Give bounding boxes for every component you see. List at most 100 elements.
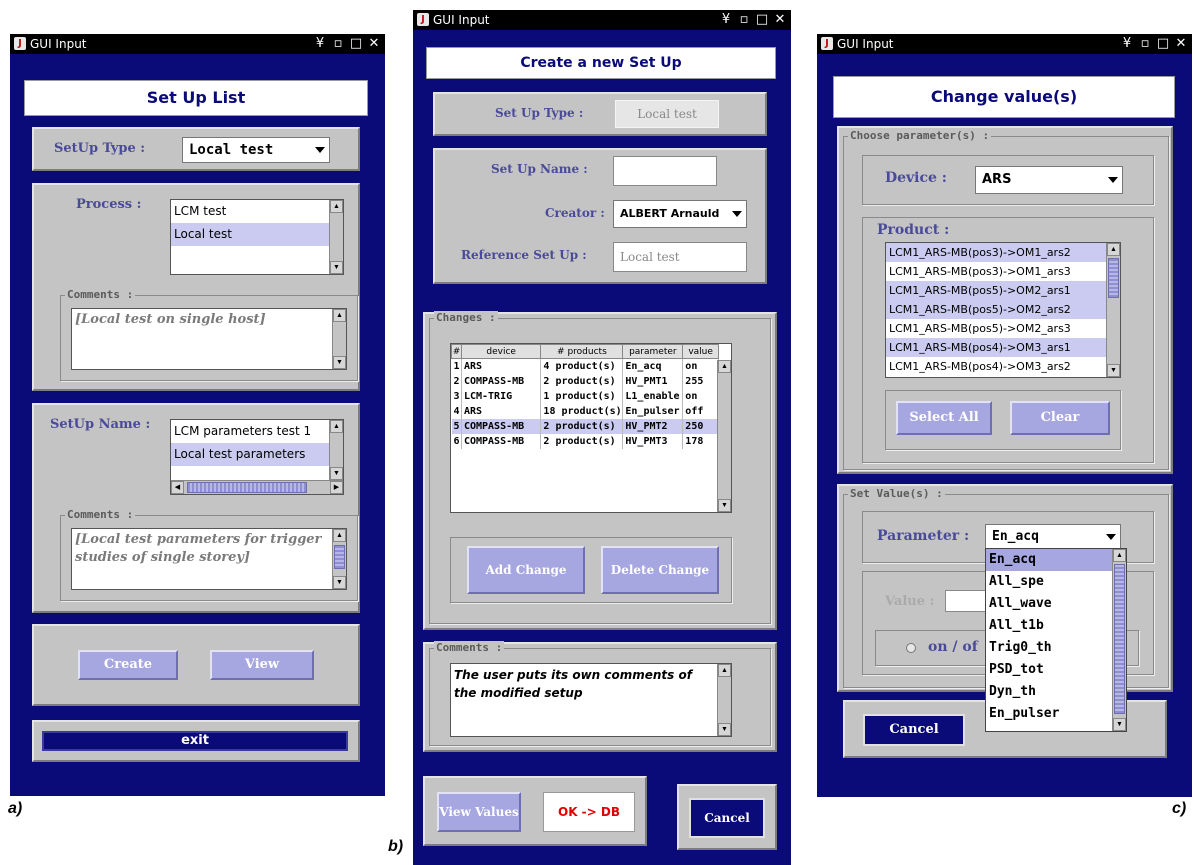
scroll-up-icon[interactable]: ▲ bbox=[718, 360, 731, 373]
minimize-icon[interactable]: ▫ bbox=[1137, 36, 1153, 52]
dropdown-option[interactable]: En_pulser bbox=[986, 703, 1126, 725]
table-row[interactable]: 6 COMPASS-MB 2 product(s) HV_PMT3 178 bbox=[451, 433, 719, 449]
scroll-down-icon[interactable]: ▼ bbox=[330, 261, 343, 274]
process-comments-box[interactable]: [Local test on single host] ▲ ▼ bbox=[71, 308, 347, 370]
pin-icon[interactable]: ¥ bbox=[312, 36, 328, 52]
minimize-icon[interactable]: ▫ bbox=[330, 36, 346, 52]
scroll-up-icon[interactable]: ▲ bbox=[1107, 243, 1120, 256]
view-button[interactable]: View bbox=[210, 650, 314, 680]
setup-type-select[interactable]: Local test bbox=[182, 137, 330, 163]
scrollbar[interactable]: ▲ ▼ bbox=[717, 360, 731, 512]
scrollbar[interactable]: ▲ ▼ bbox=[332, 309, 346, 369]
reference-setup-field[interactable]: Local test bbox=[613, 242, 747, 272]
dropdown-option[interactable]: All_t1b bbox=[986, 615, 1126, 637]
setup-name-input[interactable] bbox=[613, 156, 717, 186]
close-icon[interactable]: ✕ bbox=[1173, 36, 1189, 52]
scroll-up-icon[interactable]: ▲ bbox=[330, 200, 343, 213]
select-all-button[interactable]: Select All bbox=[896, 401, 992, 435]
cancel-button[interactable]: Cancel bbox=[689, 798, 765, 838]
maximize-icon[interactable]: □ bbox=[1155, 36, 1171, 52]
scrollbar[interactable]: ▲ ▼ bbox=[1112, 549, 1126, 731]
list-item[interactable]: LCM1_ARS-MB(pos5)->OM2_ars3 bbox=[886, 319, 1120, 338]
list-item[interactable]: LCM1_ARS-MB(pos5)->OM2_ars2 bbox=[886, 300, 1120, 319]
minimize-icon[interactable]: ▫ bbox=[736, 12, 752, 28]
column-header[interactable]: # bbox=[451, 344, 462, 359]
list-item[interactable]: Local test bbox=[171, 223, 343, 246]
list-item[interactable]: LCM1_ARS-MB(pos3)->OM1_ars2 bbox=[886, 243, 1120, 262]
scrollbar[interactable]: ▲ ▼ bbox=[717, 664, 731, 736]
exit-button[interactable]: exit bbox=[42, 731, 348, 751]
process-list[interactable]: LCM test Local test ▲ ▼ bbox=[170, 199, 344, 275]
ok-db-button[interactable]: OK -> DB bbox=[543, 792, 635, 832]
scroll-thumb[interactable] bbox=[334, 545, 345, 569]
scrollbar[interactable]: ▲ ▼ bbox=[329, 200, 343, 274]
scroll-down-icon[interactable]: ▼ bbox=[330, 467, 343, 480]
setup-comments-box[interactable]: [Local test parameters for trigger studi… bbox=[71, 528, 347, 590]
scrollbar[interactable]: ▲ ▼ bbox=[332, 529, 346, 589]
table-row[interactable]: 5 COMPASS-MB 2 product(s) HV_PMT2 250 bbox=[451, 418, 719, 434]
scroll-up-icon[interactable]: ▲ bbox=[1113, 549, 1126, 562]
dropdown-option[interactable]: En_acq bbox=[986, 549, 1126, 571]
scroll-down-icon[interactable]: ▼ bbox=[333, 356, 346, 369]
column-header[interactable]: # products bbox=[540, 344, 624, 359]
column-header[interactable]: parameter bbox=[622, 344, 684, 359]
scroll-up-icon[interactable]: ▲ bbox=[333, 309, 346, 322]
column-header[interactable]: value bbox=[682, 344, 719, 359]
scroll-left-icon[interactable]: ◀ bbox=[171, 481, 184, 494]
close-icon[interactable]: ✕ bbox=[772, 12, 788, 28]
create-button[interactable]: Create bbox=[78, 650, 178, 680]
list-item[interactable]: LCM1_ARS-MB(pos4)->OM3_ars2 bbox=[886, 357, 1120, 376]
table-row[interactable]: 3 LCM-TRIG 1 product(s) L1_enable on bbox=[451, 388, 719, 404]
column-header[interactable]: device bbox=[460, 344, 542, 359]
scroll-right-icon[interactable]: ▶ bbox=[330, 481, 343, 494]
list-item[interactable]: LCM parameters test 1 bbox=[171, 420, 343, 443]
scroll-thumb[interactable] bbox=[1114, 564, 1125, 714]
scroll-down-icon[interactable]: ▼ bbox=[718, 499, 731, 512]
dropdown-option[interactable]: PSD_tot bbox=[986, 659, 1126, 681]
close-icon[interactable]: ✕ bbox=[366, 36, 382, 52]
maximize-icon[interactable]: □ bbox=[754, 12, 770, 28]
view-values-button[interactable]: View Values bbox=[437, 792, 521, 832]
scroll-down-icon[interactable]: ▼ bbox=[1113, 718, 1126, 731]
parameter-select[interactable]: En_acq bbox=[985, 524, 1121, 550]
scroll-down-icon[interactable]: ▼ bbox=[1107, 364, 1120, 377]
product-list[interactable]: LCM1_ARS-MB(pos3)->OM1_ars2 LCM1_ARS-MB(… bbox=[885, 242, 1121, 378]
device-select[interactable]: ARS bbox=[975, 166, 1123, 194]
radio-icon[interactable] bbox=[906, 643, 916, 653]
window-titlebar[interactable]: J GUI Input ¥ ▫ □ ✕ bbox=[413, 10, 791, 30]
table-row[interactable]: 2 COMPASS-MB 2 product(s) HV_PMT1 255 bbox=[451, 373, 719, 389]
comments-box[interactable]: The user puts its own comments of the mo… bbox=[450, 663, 732, 737]
parameter-dropdown[interactable]: En_acq All_spe All_wave All_t1b Trig0_th… bbox=[985, 548, 1127, 732]
scroll-up-icon[interactable]: ▲ bbox=[718, 664, 731, 677]
scroll-down-icon[interactable]: ▼ bbox=[718, 723, 731, 736]
window-titlebar[interactable]: J GUI Input ¥ ▫ □ ✕ bbox=[817, 34, 1192, 54]
list-item[interactable]: LCM1_ARS-MB(pos3)->OM1_ars3 bbox=[886, 262, 1120, 281]
changes-table[interactable]: # device # products parameter value 1 AR… bbox=[450, 343, 732, 513]
dropdown-option[interactable]: Dyn_th bbox=[986, 681, 1126, 703]
scroll-thumb[interactable] bbox=[187, 482, 307, 493]
table-row[interactable]: 4 ARS 18 product(s) En_pulser off bbox=[451, 403, 719, 419]
scrollbar[interactable]: ▲ ▼ bbox=[329, 420, 343, 480]
delete-change-button[interactable]: Delete Change bbox=[601, 546, 719, 594]
maximize-icon[interactable]: □ bbox=[348, 36, 364, 52]
add-change-button[interactable]: Add Change bbox=[467, 546, 585, 594]
creator-select[interactable]: ALBERT Arnauld bbox=[613, 200, 747, 228]
table-row[interactable]: 1 ARS 4 product(s) En_acq on bbox=[451, 358, 719, 374]
dropdown-option[interactable]: All_wave bbox=[986, 593, 1126, 615]
list-item[interactable]: LCM1_ARS-MB(pos5)->OM2_ars1 bbox=[886, 281, 1120, 300]
horizontal-scrollbar[interactable]: ◀ ▶ bbox=[171, 480, 343, 494]
cancel-button[interactable]: Cancel bbox=[863, 714, 965, 746]
scroll-thumb[interactable] bbox=[1108, 258, 1119, 298]
scroll-up-icon[interactable]: ▲ bbox=[333, 529, 346, 542]
dropdown-option[interactable]: Trig0_th bbox=[986, 637, 1126, 659]
pin-icon[interactable]: ¥ bbox=[718, 12, 734, 28]
window-titlebar[interactable]: J GUI Input ¥ ▫ □ ✕ bbox=[10, 34, 385, 54]
scroll-down-icon[interactable]: ▼ bbox=[333, 576, 346, 589]
clear-button[interactable]: Clear bbox=[1010, 401, 1110, 435]
list-item[interactable]: LCM test bbox=[171, 200, 343, 223]
list-item[interactable]: LCM1_ARS-MB(pos4)->OM3_ars1 bbox=[886, 338, 1120, 357]
scroll-up-icon[interactable]: ▲ bbox=[330, 420, 343, 433]
scrollbar[interactable]: ▲ ▼ bbox=[1106, 243, 1120, 377]
setup-name-list[interactable]: LCM parameters test 1 Local test paramet… bbox=[170, 419, 344, 495]
pin-icon[interactable]: ¥ bbox=[1119, 36, 1135, 52]
